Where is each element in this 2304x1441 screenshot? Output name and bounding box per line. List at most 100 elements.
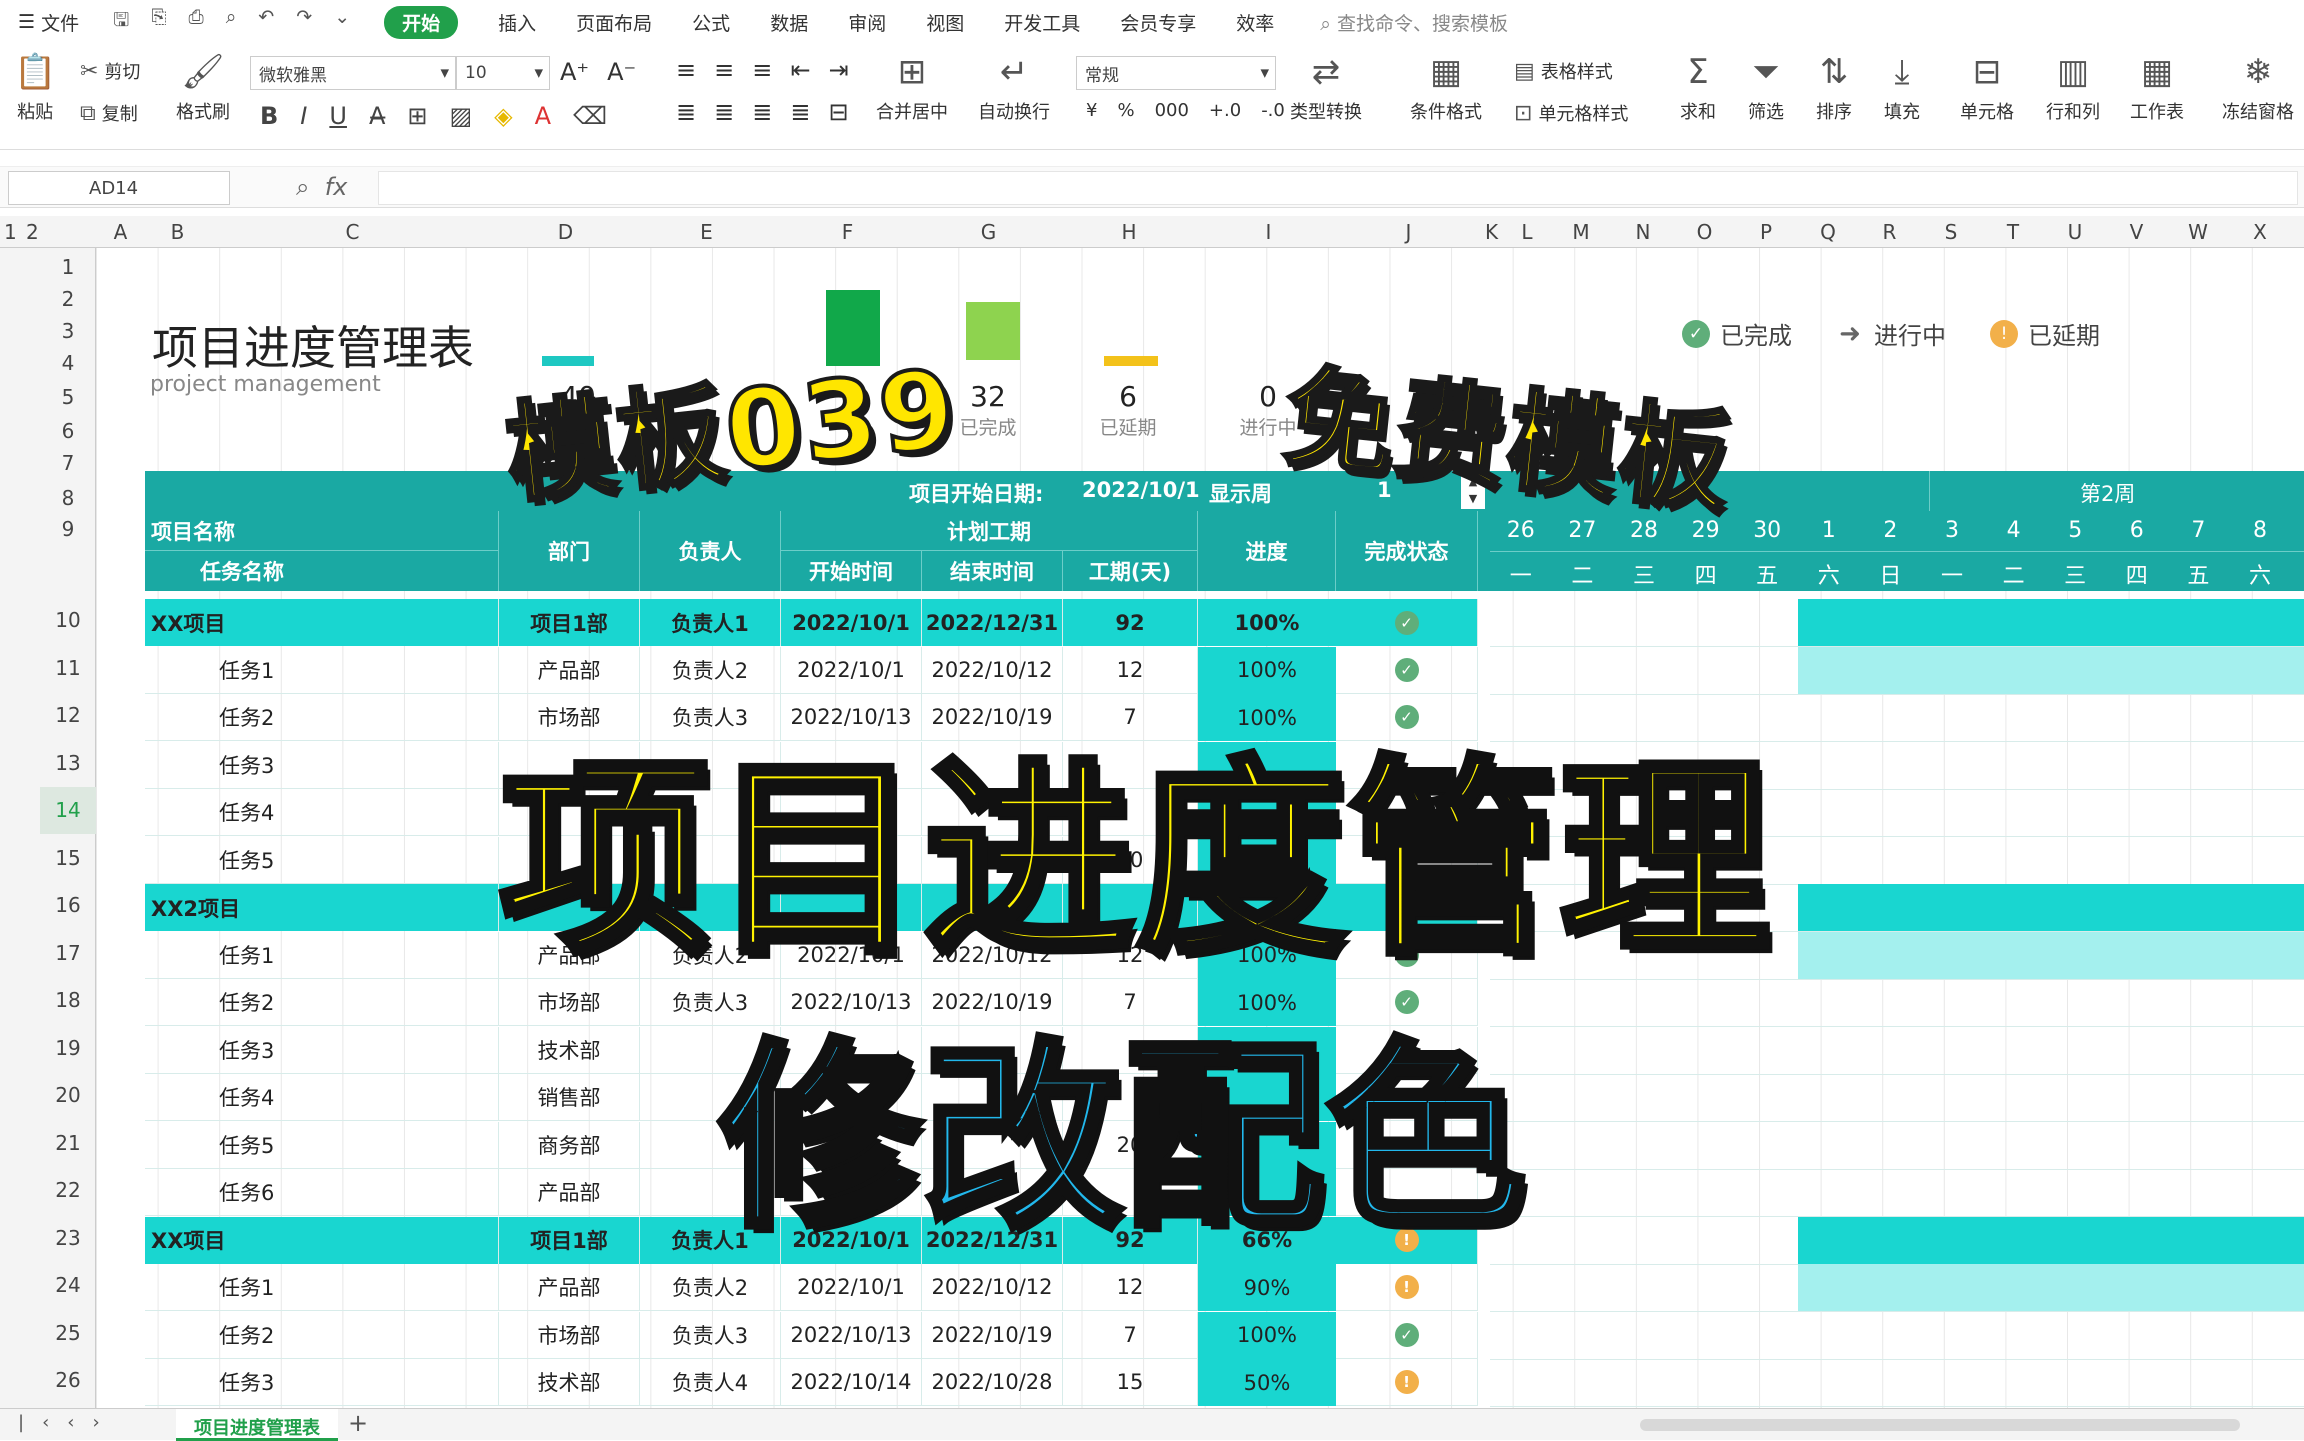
cut-button[interactable]: ✂ 剪切 bbox=[80, 58, 140, 84]
align-top-icon[interactable]: ≡ bbox=[676, 56, 696, 84]
filter-button[interactable]: ⏷ 筛选 bbox=[1748, 54, 1784, 124]
row-header-4[interactable]: 4 bbox=[40, 348, 96, 378]
cell-dept[interactable]: 市场部 bbox=[499, 1311, 640, 1359]
cell-name[interactable]: XX2项目 bbox=[145, 884, 499, 931]
tab-formula[interactable]: 公式 bbox=[692, 9, 730, 36]
cell-dept[interactable]: 产品部 bbox=[499, 1169, 640, 1216]
row-header-15[interactable]: 15 bbox=[40, 835, 96, 882]
undo-icon[interactable]: ↶ bbox=[258, 6, 274, 38]
cell-name[interactable]: 任务2 bbox=[145, 694, 499, 741]
column-header-m[interactable]: M bbox=[1550, 220, 1612, 244]
task-row[interactable]: 任务1 产品部 负责人2 2022/10/1 2022/10/12 12 90%! bbox=[145, 1264, 1478, 1311]
merge-center-button[interactable]: ⊞ 合并居中 bbox=[876, 54, 948, 124]
cell-days[interactable]: 7 bbox=[1063, 1311, 1198, 1359]
cell-dept[interactable]: 技术部 bbox=[499, 1359, 640, 1406]
underline-icon[interactable]: U bbox=[329, 102, 347, 130]
column-header-p[interactable]: P bbox=[1735, 220, 1797, 244]
cell-status[interactable]: ✓ bbox=[1336, 646, 1478, 694]
strikethrough-icon[interactable]: A̶ bbox=[369, 102, 385, 130]
fx-icon[interactable]: fx bbox=[325, 173, 348, 201]
decimal-increase-icon[interactable]: +.0 bbox=[1209, 100, 1241, 121]
font-grow-icon[interactable]: A⁺ bbox=[560, 58, 589, 86]
cell-name[interactable]: 任务4 bbox=[145, 1074, 499, 1121]
cell-name[interactable]: 任务3 bbox=[145, 741, 499, 789]
column-header-a[interactable]: A bbox=[96, 220, 145, 244]
cell-status[interactable]: ! bbox=[1336, 1264, 1478, 1311]
print-icon[interactable]: ⎙ bbox=[189, 6, 204, 38]
column-header-x[interactable]: X bbox=[2229, 220, 2291, 244]
preview-icon[interactable]: ⌕ bbox=[226, 6, 237, 38]
cell-end[interactable]: 2022/12/31 bbox=[922, 599, 1063, 646]
column-header-q[interactable]: Q bbox=[1797, 220, 1859, 244]
cell-days[interactable]: 12 bbox=[1063, 1264, 1198, 1311]
cell-name[interactable]: 任务1 bbox=[145, 931, 499, 979]
font-color-icon[interactable]: A bbox=[535, 102, 551, 130]
cell-start[interactable]: 2022/10/1 bbox=[781, 1264, 922, 1311]
cell-name[interactable]: 任务2 bbox=[145, 979, 499, 1026]
sum-button[interactable]: Σ 求和 bbox=[1680, 54, 1716, 124]
name-box[interactable]: AD14 bbox=[8, 171, 230, 205]
cell-start[interactable]: 2022/10/13 bbox=[781, 1311, 922, 1359]
command-search[interactable]: ⌕ 查找命令、搜索模板 bbox=[1320, 9, 1508, 36]
column-header-r[interactable]: R bbox=[1859, 220, 1920, 244]
project-row[interactable]: XX项目 项目1部 负责人1 2022/10/1 2022/12/31 92 100% ✓ bbox=[145, 599, 1478, 646]
progress-cell[interactable]: 50% bbox=[1198, 1359, 1336, 1406]
row-header-24[interactable]: 24 bbox=[40, 1262, 96, 1309]
column-header-l[interactable]: L bbox=[1504, 220, 1550, 244]
row-header-10[interactable]: 10 bbox=[40, 597, 96, 644]
row-header-22[interactable]: 22 bbox=[40, 1167, 96, 1214]
cell-dept[interactable]: 产品部 bbox=[499, 646, 640, 694]
indent-decrease-icon[interactable]: ⇤ bbox=[790, 56, 810, 84]
cell-days[interactable]: 92 bbox=[1063, 599, 1198, 646]
row-header-3[interactable]: 3 bbox=[40, 316, 96, 346]
cell-name[interactable]: 任务1 bbox=[145, 1264, 499, 1311]
column-header-t[interactable]: T bbox=[1982, 220, 2044, 244]
align-center-icon[interactable]: ≣ bbox=[714, 98, 734, 126]
fill-color-icon[interactable]: ◈ bbox=[494, 102, 512, 130]
export-icon[interactable]: ⎘ bbox=[151, 6, 166, 38]
add-sheet-button[interactable]: + bbox=[348, 1409, 368, 1437]
row-header-2[interactable]: 2 bbox=[40, 284, 96, 314]
cell-name[interactable]: 任务6 bbox=[145, 1169, 499, 1216]
row-header-11[interactable]: 11 bbox=[40, 645, 96, 692]
outline-level-2[interactable]: 2 bbox=[26, 220, 39, 244]
fill-button[interactable]: ⤓ 填充 bbox=[1884, 54, 1920, 124]
column-header-h[interactable]: H bbox=[1059, 220, 1199, 244]
cell-end[interactable]: 2022/10/12 bbox=[922, 646, 1063, 694]
progress-cell[interactable]: 90% bbox=[1198, 1264, 1336, 1311]
row-header-16[interactable]: 16 bbox=[40, 882, 96, 929]
tab-review[interactable]: 审阅 bbox=[848, 9, 886, 36]
row-header-13[interactable]: 13 bbox=[40, 740, 96, 787]
align-right-icon[interactable]: ≣ bbox=[752, 98, 772, 126]
cell-owner[interactable]: 负责人3 bbox=[640, 1311, 781, 1359]
cell-name[interactable]: XX项目 bbox=[145, 1216, 499, 1264]
cell-name[interactable]: 任务4 bbox=[145, 789, 499, 836]
cell-owner[interactable]: 负责人2 bbox=[640, 646, 781, 694]
bold-icon[interactable]: B bbox=[260, 102, 278, 130]
start-date-value[interactable]: 2022/10/1 bbox=[1082, 478, 1200, 502]
table-style-button[interactable]: ▤ 表格样式 bbox=[1514, 58, 1613, 84]
tab-member[interactable]: 会员专享 bbox=[1120, 9, 1196, 36]
row-header-6[interactable]: 6 bbox=[40, 416, 96, 446]
row-header-21[interactable]: 21 bbox=[40, 1120, 96, 1167]
row-header-25[interactable]: 25 bbox=[40, 1310, 96, 1357]
task-row[interactable]: 任务3 技术部 负责人4 2022/10/14 2022/10/28 15 50%! bbox=[145, 1359, 1478, 1406]
row-header-14[interactable]: 14 bbox=[40, 787, 96, 834]
row-header-12[interactable]: 12 bbox=[40, 692, 96, 739]
cell-name[interactable]: XX项目 bbox=[145, 599, 499, 646]
redo-icon[interactable]: ↷ bbox=[296, 6, 312, 38]
cell-dept[interactable]: 商务部 bbox=[499, 1121, 640, 1169]
sort-button[interactable]: ⇅ 排序 bbox=[1816, 54, 1852, 124]
align-bottom-icon[interactable]: ≡ bbox=[752, 56, 772, 84]
cell-end[interactable]: 2022/10/28 bbox=[922, 1359, 1063, 1406]
column-header-f[interactable]: F bbox=[777, 220, 918, 244]
cell-days[interactable]: 15 bbox=[1063, 1359, 1198, 1406]
copy-button[interactable]: ⧉ 复制 bbox=[80, 100, 138, 126]
font-name-select[interactable]: 微软雅黑 ▾ bbox=[250, 56, 456, 90]
cell-dept[interactable]: 技术部 bbox=[499, 1026, 640, 1074]
cell-end[interactable]: 2022/10/12 bbox=[922, 1264, 1063, 1311]
row-header-8[interactable]: 8 bbox=[40, 483, 96, 513]
cell-dept[interactable]: 销售部 bbox=[499, 1074, 640, 1121]
column-header-g[interactable]: G bbox=[918, 220, 1059, 244]
cell-days[interactable]: 12 bbox=[1063, 646, 1198, 694]
